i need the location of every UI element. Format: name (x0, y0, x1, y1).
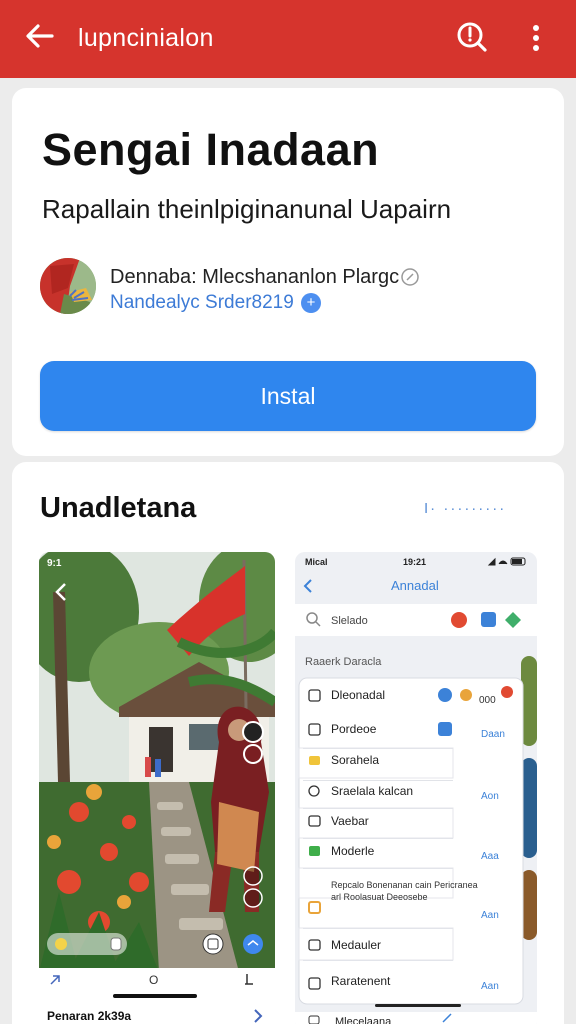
menu-item-label[interactable]: Vaebar (331, 814, 369, 828)
menu-item-label[interactable]: Repcalo Bonenanan cain Pericranea (331, 880, 478, 890)
more-vertical-icon[interactable] (524, 20, 548, 56)
shot2-search-text: Slelado (331, 615, 368, 627)
arrow-left-icon[interactable] (22, 18, 58, 54)
menu-item-label[interactable]: Medauler (331, 938, 381, 952)
shot1-status-time: 9:1 (47, 558, 62, 569)
menu-item-label[interactable]: Pordeoe (331, 722, 377, 736)
shot2-status-left: Mical (305, 557, 328, 567)
developer-avatar[interactable] (40, 258, 96, 314)
menu-item-label[interactable]: Dleonadal (331, 688, 385, 702)
menu-item-badge: 000 (479, 695, 496, 706)
section-more-link[interactable]: I· ········· (424, 500, 506, 517)
search-icon[interactable] (454, 19, 490, 55)
menu-item-badge: Aan (481, 910, 499, 921)
menu-item-badge: Aan (481, 981, 499, 992)
menu-item-badge: Aaa (481, 851, 499, 862)
menu-item-label[interactable]: Moderle (331, 844, 375, 858)
menu-item-label[interactable]: Sorahela (331, 753, 379, 767)
shot1-caption: Penaran 2k39a (47, 1009, 131, 1023)
menu-item-badge: Aon (481, 791, 499, 802)
shot2-bottom-label: Mlecelaana (335, 1016, 392, 1024)
screenshot-1[interactable]: 9:1 O Penaran 2k39a (39, 552, 275, 1024)
shot2-header-title: Annadal (391, 578, 439, 593)
shot1-share-button (243, 934, 263, 954)
shot2-section-label: Raaerk Daracla (305, 656, 382, 668)
appbar-title: lupncinialon (78, 24, 214, 52)
screenshot-2[interactable]: Mical 19:21 Annadal Slelado Raaerk Darac… (295, 552, 537, 1024)
shot1-bottom-center: O (149, 973, 158, 987)
app-bar: lupncinialon (0, 0, 576, 78)
app-subtitle: Rapallain theinlpiginanunal Uapairn (42, 194, 452, 224)
info-icon[interactable] (400, 267, 420, 287)
plus-circle-icon[interactable]: + (301, 293, 321, 313)
install-button[interactable]: Instal (40, 361, 536, 431)
developer-meta[interactable]: Nandealyc Srder8219 (110, 292, 294, 314)
shot1-square-button (202, 933, 224, 955)
app-title: Sengai Inadaan (42, 124, 380, 175)
screenshots-card: Unadletana I· ········· 9:1 O Penaran 2k… (12, 462, 564, 1024)
menu-item-label[interactable]: Sraelala kalcan (331, 784, 413, 798)
developer-name[interactable]: Dennaba: Mlecshananlon Plargc (110, 266, 399, 289)
shot2-status-time: 19:21 (403, 557, 426, 567)
section-title: Unadletana (40, 492, 197, 524)
menu-item-label[interactable]: arl Roolasuat Deeosebe (331, 892, 428, 902)
app-header-card: Sengai Inadaan Rapallain theinlpiginanun… (12, 88, 564, 456)
menu-item-badge: Daan (481, 729, 505, 740)
menu-item-label[interactable]: Raratenent (331, 974, 391, 988)
